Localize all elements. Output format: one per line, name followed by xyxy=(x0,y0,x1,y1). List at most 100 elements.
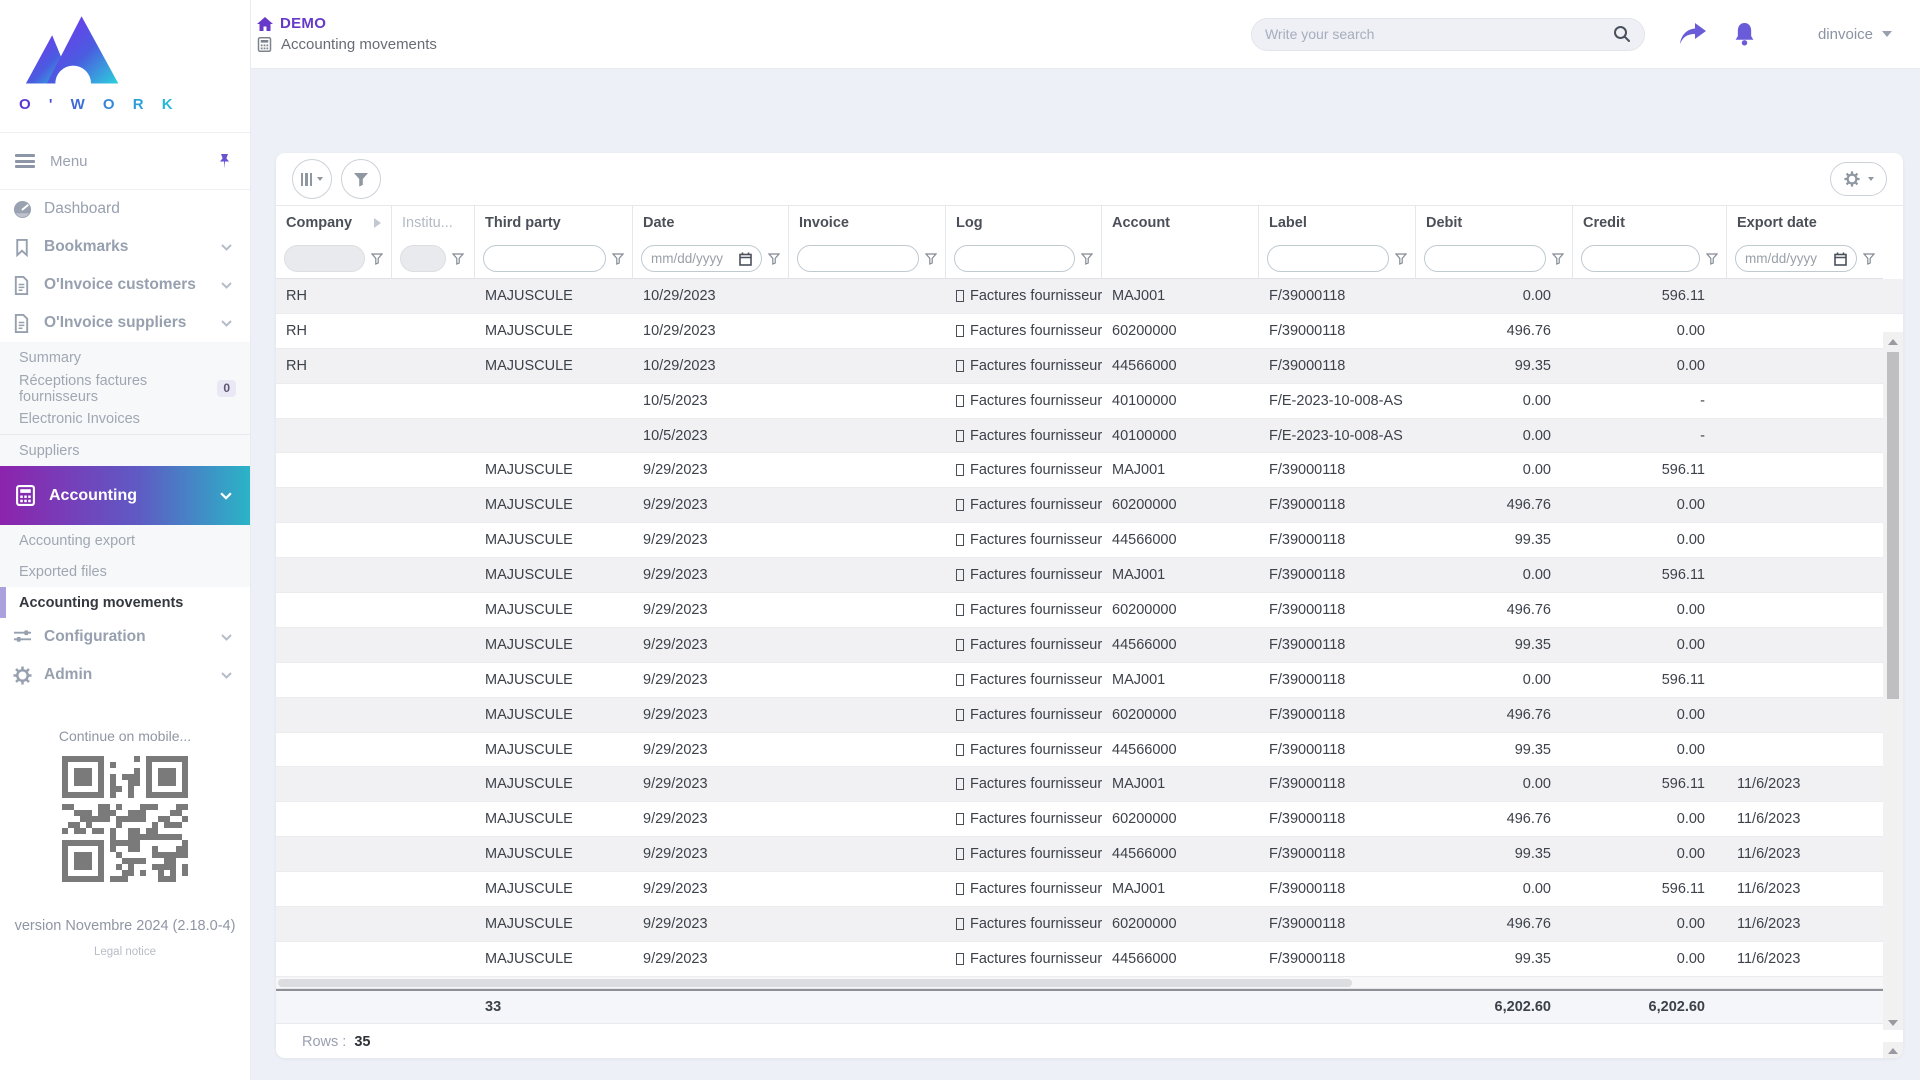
column-header-log[interactable]: Log xyxy=(946,206,1102,239)
totals-scroll-arrows[interactable] xyxy=(1883,1042,1903,1058)
filter-menu-export-date[interactable] xyxy=(1863,253,1875,265)
notifications-button[interactable] xyxy=(1733,22,1756,47)
filter-date-input[interactable]: mm/dd/yyyy xyxy=(641,245,762,272)
table-row[interactable]: MAJUSCULE 9/29/2023 Factures fournisseur… xyxy=(276,488,1903,523)
user-menu[interactable]: dinvoice xyxy=(1818,26,1892,43)
share-button[interactable] xyxy=(1679,23,1706,46)
search-icon[interactable] xyxy=(1613,25,1631,43)
calculator-icon xyxy=(15,485,36,506)
cell-date: 10/5/2023 xyxy=(633,419,789,453)
filter-menu-debit[interactable] xyxy=(1552,253,1564,265)
column-header-date[interactable]: Date xyxy=(633,206,789,239)
filter-log-input[interactable] xyxy=(964,251,1065,266)
sidebar-item-dashboard[interactable]: Dashboard xyxy=(0,190,250,228)
sidebar-item-admin[interactable]: Admin xyxy=(0,656,250,694)
vertical-scrollbar[interactable] xyxy=(1883,332,1903,1030)
filter-debit-input[interactable] xyxy=(1434,251,1536,266)
table-row[interactable]: MAJUSCULE 9/29/2023 Factures fournisseur… xyxy=(276,593,1903,628)
filter-toggle-button[interactable] xyxy=(341,159,381,199)
filter-label-input[interactable] xyxy=(1277,251,1379,266)
cell-log: Factures fournisseurs xyxy=(946,593,1102,627)
filter-invoice-input[interactable] xyxy=(807,251,909,266)
table-row[interactable]: 10/5/2023 Factures fournisseurs 40100000… xyxy=(276,384,1903,419)
table-row[interactable]: MAJUSCULE 9/29/2023 Factures fournisseur… xyxy=(276,767,1903,802)
table-row[interactable]: RH MAJUSCULE 10/29/2023 Factures fournis… xyxy=(276,349,1903,384)
cell-credit: 0.00 xyxy=(1573,593,1727,627)
sidebar-subitem-receptions[interactable]: Réceptions factures fournisseurs 0 xyxy=(0,373,250,404)
column-header-credit[interactable]: Credit xyxy=(1573,206,1727,239)
column-header-export-date[interactable]: Export date xyxy=(1727,206,1883,239)
vertical-scrollbar-thumb[interactable] xyxy=(1887,352,1899,699)
table-row[interactable]: 10/5/2023 Factures fournisseurs 40100000… xyxy=(276,419,1903,454)
horizontal-scrollbar-thumb[interactable] xyxy=(278,979,1352,987)
sidebar-item-oinvoice-suppliers[interactable]: O'Invoice suppliers xyxy=(0,304,250,342)
column-header-account[interactable]: Account xyxy=(1102,206,1259,239)
table-row[interactable]: MAJUSCULE 9/29/2023 Factures fournisseur… xyxy=(276,802,1903,837)
table-row[interactable]: MAJUSCULE 9/29/2023 Factures fournisseur… xyxy=(276,942,1903,977)
sidebar-item-accounting[interactable]: Accounting xyxy=(0,466,250,525)
filter-menu-third-party[interactable] xyxy=(612,253,624,265)
table-row[interactable]: MAJUSCULE 9/29/2023 Factures fournisseur… xyxy=(276,628,1903,663)
sidebar-subitem-suppliers[interactable]: Suppliers xyxy=(0,435,250,466)
table-row[interactable]: MAJUSCULE 9/29/2023 Factures fournisseur… xyxy=(276,558,1903,593)
cell-account: MAJ001 xyxy=(1102,663,1259,697)
sidebar-subitem-exported-files[interactable]: Exported files xyxy=(0,556,250,587)
menu-toggle[interactable]: Menu xyxy=(0,132,250,190)
pin-sidebar-icon[interactable] xyxy=(217,153,232,170)
filter-menu-date[interactable] xyxy=(768,253,780,265)
filter-menu-company[interactable] xyxy=(371,253,383,265)
table-row[interactable]: MAJUSCULE 9/29/2023 Factures fournisseur… xyxy=(276,663,1903,698)
filter-company xyxy=(284,245,365,272)
cell-date: 9/29/2023 xyxy=(633,488,789,522)
column-header-debit[interactable]: Debit xyxy=(1416,206,1573,239)
table-row[interactable]: MAJUSCULE 9/29/2023 Factures fournisseur… xyxy=(276,698,1903,733)
table-row[interactable]: MAJUSCULE 9/29/2023 Factures fournisseur… xyxy=(276,453,1903,488)
column-header-institution[interactable]: Institu... xyxy=(392,206,475,239)
filter-menu-label[interactable] xyxy=(1395,253,1407,265)
table-row[interactable]: MAJUSCULE 9/29/2023 Factures fournisseur… xyxy=(276,907,1903,942)
search-input[interactable] xyxy=(1265,26,1613,42)
cell-label: F/E-2023-10-008-AS xyxy=(1259,419,1416,453)
grid-settings-button[interactable] xyxy=(1830,162,1887,196)
table-row[interactable]: MAJUSCULE 9/29/2023 Factures fournisseur… xyxy=(276,872,1903,907)
column-chooser-button[interactable] xyxy=(292,159,332,199)
cell-third-party: MAJUSCULE xyxy=(475,802,633,836)
filter-export-date-input[interactable]: mm/dd/yyyy xyxy=(1735,245,1857,272)
filter-third-party-input[interactable] xyxy=(493,251,596,266)
filter-menu-credit[interactable] xyxy=(1706,253,1718,265)
cell-export-date xyxy=(1727,663,1883,697)
cell-credit: 596.11 xyxy=(1573,279,1727,313)
breadcrumb-home[interactable]: DEMO xyxy=(257,15,437,32)
sidebar-subitem-electronic-invoices[interactable]: Electronic Invoices xyxy=(0,404,250,435)
table-row[interactable]: MAJUSCULE 9/29/2023 Factures fournisseur… xyxy=(276,523,1903,558)
column-header-company[interactable]: Company xyxy=(276,206,392,239)
filter-credit-input[interactable] xyxy=(1591,251,1690,266)
cell-debit: 496.76 xyxy=(1416,802,1573,836)
filter-menu-invoice[interactable] xyxy=(925,253,937,265)
filter-menu-log[interactable] xyxy=(1081,253,1093,265)
legal-notice-link[interactable]: Legal notice xyxy=(0,946,250,958)
column-header-label[interactable]: Label xyxy=(1259,206,1416,239)
scroll-up-arrow[interactable] xyxy=(1888,1048,1898,1054)
sidebar-item-configuration[interactable]: Configuration xyxy=(0,618,250,656)
cell-company xyxy=(276,384,392,418)
horizontal-scrollbar[interactable] xyxy=(276,977,1903,989)
scroll-up-arrow[interactable] xyxy=(1888,339,1898,345)
filter-menu-institution[interactable] xyxy=(452,253,464,265)
sidebar-subitem-accounting-export[interactable]: Accounting export xyxy=(0,525,250,556)
sidebar-subitem-accounting-movements[interactable]: Accounting movements xyxy=(0,587,250,618)
table-row[interactable]: RH MAJUSCULE 10/29/2023 Factures fournis… xyxy=(276,314,1903,349)
column-header-third-party[interactable]: Third party xyxy=(475,206,633,239)
cell-credit: 0.00 xyxy=(1573,942,1727,976)
chevron-down-icon xyxy=(221,634,232,641)
sidebar-item-oinvoice-customers[interactable]: O'Invoice customers xyxy=(0,266,250,304)
table-row[interactable]: MAJUSCULE 9/29/2023 Factures fournisseur… xyxy=(276,837,1903,872)
scroll-down-arrow[interactable] xyxy=(1888,1020,1898,1026)
column-header-invoice[interactable]: Invoice xyxy=(789,206,946,239)
sidebar-item-bookmarks[interactable]: Bookmarks xyxy=(0,228,250,266)
table-row[interactable]: MAJUSCULE 9/29/2023 Factures fournisseur… xyxy=(276,733,1903,768)
breadcrumb: DEMO Accounting movements xyxy=(257,15,437,53)
sidebar-subitem-summary[interactable]: Summary xyxy=(0,342,250,373)
cell-institution xyxy=(392,593,475,627)
table-row[interactable]: RH MAJUSCULE 10/29/2023 Factures fournis… xyxy=(276,279,1903,314)
